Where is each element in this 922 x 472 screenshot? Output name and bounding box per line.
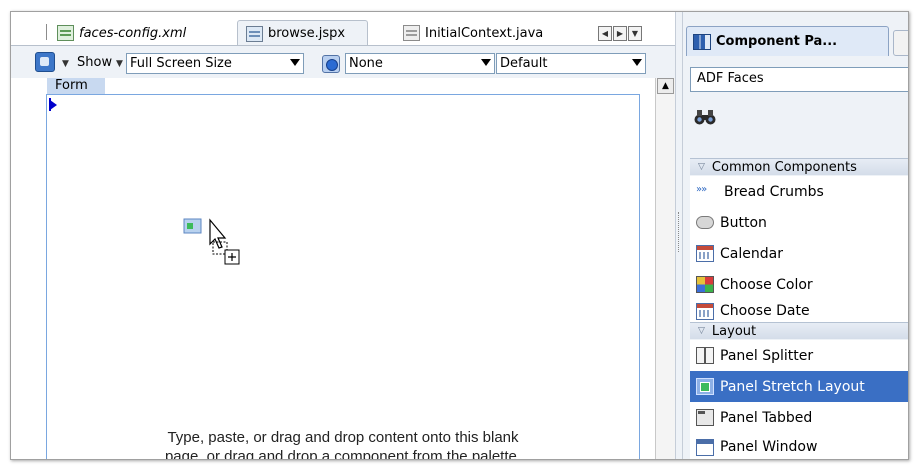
form-container[interactable]	[46, 94, 640, 459]
section-title: Common Components	[711, 159, 857, 175]
scroll-tabs-right-button[interactable]: ▶	[613, 26, 627, 41]
palette-item-button[interactable]: Button	[690, 207, 908, 238]
chevron-down-icon[interactable]: ▼	[116, 59, 123, 69]
bread-crumbs-icon	[696, 184, 718, 197]
palette-item-panel-stretch-layout[interactable]: Panel Stretch Layout	[690, 371, 908, 402]
globe-icon[interactable]	[322, 55, 340, 73]
tab-initialcontext-java[interactable]: InitialContext.java	[395, 20, 551, 46]
palette-item-panel-tabbed[interactable]: Panel Tabbed	[690, 402, 908, 433]
chevron-down-icon	[290, 59, 300, 66]
drag-copy-cursor-icon	[183, 218, 240, 265]
hint-line-1: Type, paste, or drag and drop content on…	[167, 429, 519, 446]
design-view-icon[interactable]	[35, 52, 55, 72]
panel-splitter-icon	[696, 347, 714, 364]
show-menu[interactable]: Show	[77, 55, 112, 70]
splitter-grip[interactable]	[678, 212, 680, 252]
jspx-file-icon	[246, 25, 263, 42]
style-value: Default	[500, 56, 548, 71]
section-common-components[interactable]: ▽ Common Components	[690, 158, 908, 175]
component-palette-icon	[693, 33, 711, 50]
palette-item-label: Button	[720, 214, 767, 231]
panel-window-icon	[696, 438, 714, 456]
palette-library-select[interactable]: ADF Faces	[690, 67, 908, 92]
xml-file-icon	[57, 25, 74, 41]
java-file-icon	[403, 25, 420, 41]
palette-library-value: ADF Faces	[697, 71, 764, 86]
form-label: Form	[47, 78, 105, 94]
palette-item-label: Panel Tabbed	[720, 409, 813, 426]
palette-item-label: Panel Window	[720, 439, 818, 455]
hint-line-2: page, or drag and drop a component from …	[164, 448, 522, 460]
scroll-tabs-left-button[interactable]: ◀	[598, 26, 612, 41]
palette-item-panel-splitter[interactable]: Panel Splitter	[690, 340, 908, 371]
tab-separator	[46, 24, 47, 40]
panel-tabbed-icon	[696, 409, 714, 426]
calendar-icon	[696, 245, 714, 262]
insertion-marker-icon	[49, 98, 57, 111]
palette-item-choose-date[interactable]: Choose Date	[690, 300, 908, 322]
panel-stretch-layout-icon	[696, 378, 714, 395]
button-icon	[696, 216, 714, 229]
palette-tab-label: Component Pa...	[716, 34, 838, 49]
style-select[interactable]: Default	[496, 53, 646, 74]
screen-size-value: Full Screen Size	[130, 56, 232, 71]
tab-nav-buttons: ◀ ▶ ▼	[598, 26, 642, 41]
design-canvas[interactable]: Form Type, paste, or drag and drop conte…	[11, 78, 675, 460]
palette-item-label: Calendar	[720, 245, 783, 262]
tab-label: faces-config.xml	[79, 25, 187, 41]
palette-item-panel-window[interactable]: Panel Window	[690, 433, 908, 459]
editor-tab-strip: faces-config.xml browse.jspx InitialCont…	[11, 12, 675, 46]
jdeveloper-window: faces-config.xml browse.jspx InitialCont…	[10, 11, 909, 460]
palette-item-label: Panel Splitter	[720, 347, 814, 364]
date-picker-icon	[696, 302, 714, 320]
palette-item-bread-crumbs[interactable]: Bread Crumbs	[690, 176, 908, 207]
section-title: Layout	[711, 323, 757, 339]
chevron-down-icon[interactable]: ▼	[62, 59, 69, 69]
skin-select[interactable]: None	[345, 53, 495, 74]
editor-toolbar: ▼ Show ▼ Full Screen Size None Default	[11, 45, 675, 78]
tab-label: InitialContext.java	[425, 25, 544, 41]
tab-component-palette[interactable]: Component Pa...	[686, 26, 889, 56]
palette-item-choose-color[interactable]: Choose Color	[690, 269, 908, 300]
tab-browse-jspx[interactable]: browse.jspx	[237, 20, 368, 46]
color-palette-icon	[696, 276, 714, 293]
palette-item-label: Panel Stretch Layout	[720, 378, 865, 395]
palette-item-label: Choose Color	[720, 276, 813, 293]
binoculars-search-icon[interactable]	[694, 108, 716, 126]
empty-page-hint: Type, paste, or drag and drop content on…	[11, 428, 675, 460]
pane-splitter[interactable]	[675, 12, 683, 459]
chevron-down-icon	[632, 59, 642, 66]
palette-item-label: Choose Date	[720, 303, 810, 319]
collapse-triangle-icon: ▽	[698, 162, 705, 172]
skin-value: None	[349, 56, 383, 71]
chevron-down-icon	[481, 59, 491, 66]
tab-next-panel[interactable]	[893, 30, 908, 56]
vertical-scrollbar[interactable]: ▲	[655, 78, 675, 459]
palette-item-calendar[interactable]: Calendar	[690, 238, 908, 269]
tab-list-button[interactable]: ▼	[628, 26, 642, 41]
scroll-up-icon[interactable]: ▲	[657, 78, 674, 94]
section-layout[interactable]: ▽ Layout	[690, 322, 908, 339]
collapse-triangle-icon: ▽	[698, 326, 705, 336]
tab-label: browse.jspx	[268, 26, 346, 41]
palette-item-label: Bread Crumbs	[724, 183, 824, 200]
component-palette: Component Pa... ADF Faces ▽ Common Compo…	[683, 12, 908, 459]
screen-size-select[interactable]: Full Screen Size	[126, 53, 304, 74]
tab-faces-config[interactable]: faces-config.xml	[49, 20, 194, 46]
